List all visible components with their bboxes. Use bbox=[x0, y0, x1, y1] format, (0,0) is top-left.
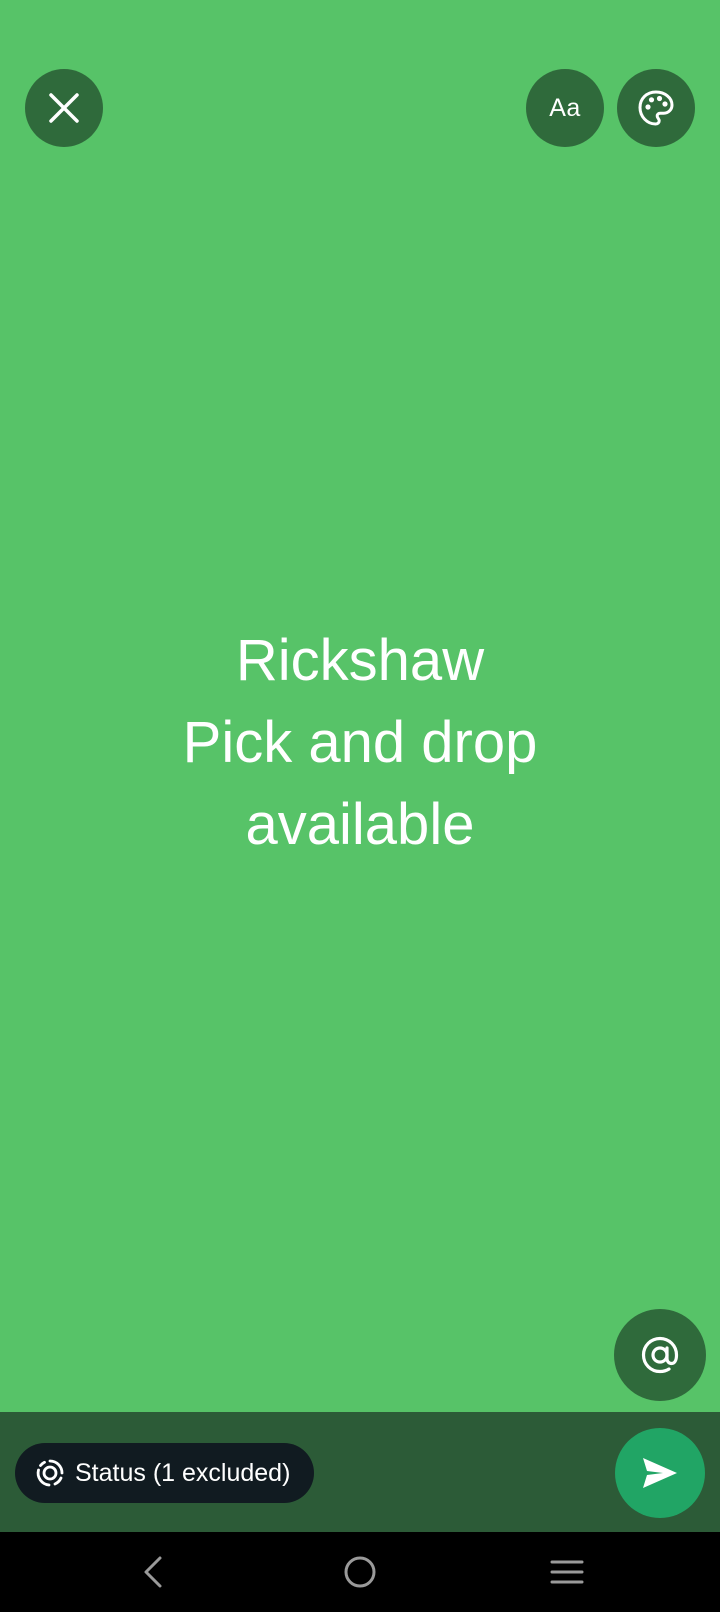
status-line: Pick and drop bbox=[182, 710, 538, 775]
status-text[interactable]: Rickshaw Pick and drop available bbox=[0, 620, 720, 866]
close-icon bbox=[49, 93, 79, 123]
at-sign-icon bbox=[641, 1336, 679, 1374]
status-line: Rickshaw bbox=[235, 628, 485, 693]
send-icon bbox=[643, 1458, 677, 1488]
nav-recents-button[interactable] bbox=[527, 1532, 607, 1612]
status-line: available bbox=[245, 792, 475, 857]
status-audience-chip[interactable]: Status (1 excluded) bbox=[15, 1443, 315, 1503]
system-nav-bar bbox=[0, 1532, 720, 1612]
nav-home-button[interactable] bbox=[320, 1532, 400, 1612]
recents-icon bbox=[550, 1560, 584, 1584]
home-icon bbox=[344, 1556, 376, 1588]
back-icon bbox=[144, 1556, 162, 1588]
palette-icon bbox=[638, 90, 674, 126]
send-button[interactable] bbox=[615, 1428, 705, 1518]
status-audience-label: Status (1 excluded) bbox=[75, 1458, 291, 1487]
nav-back-button[interactable] bbox=[113, 1532, 193, 1612]
font-style-button[interactable]: Aa bbox=[526, 69, 604, 147]
status-ring-icon bbox=[36, 1459, 64, 1487]
close-button[interactable] bbox=[25, 69, 103, 147]
font-style-label: Aa bbox=[549, 93, 581, 122]
mention-button[interactable] bbox=[614, 1309, 706, 1401]
background-color-button[interactable] bbox=[617, 69, 695, 147]
